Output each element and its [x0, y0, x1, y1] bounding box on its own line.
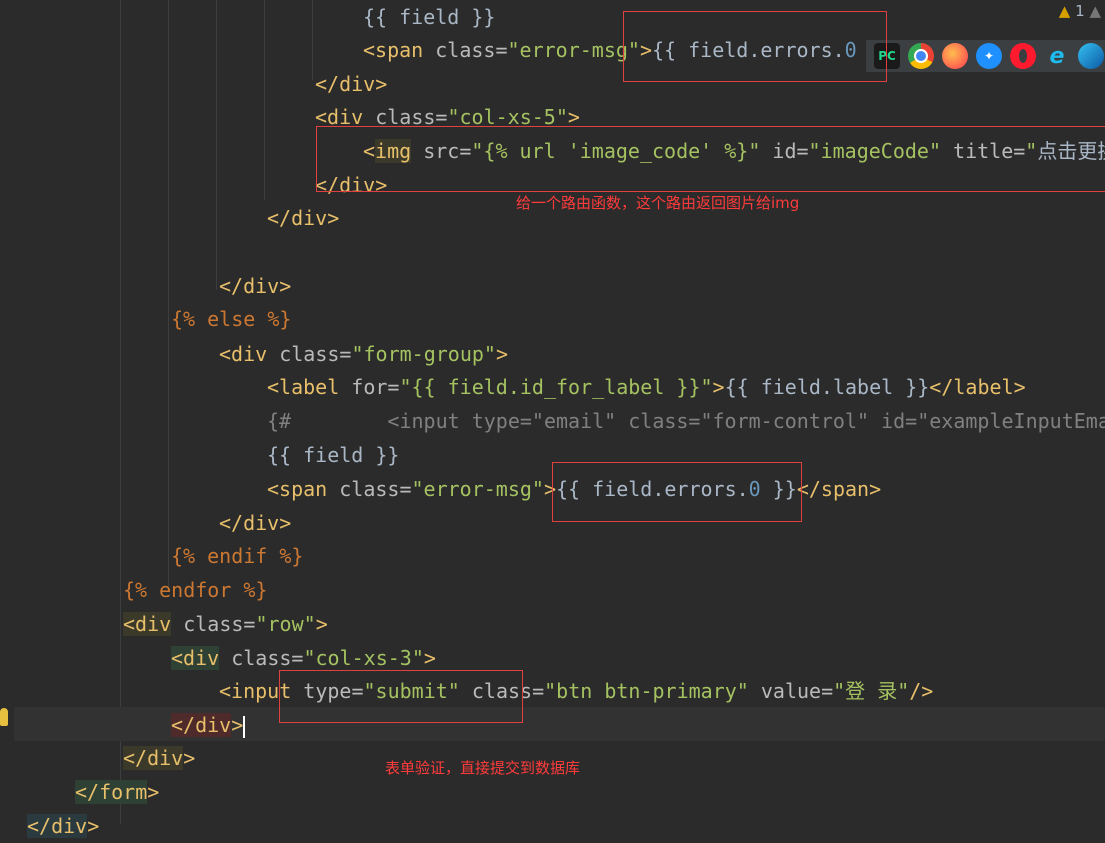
annotation-note-image: 给一个路由函数，这个路由返回图片给img: [516, 194, 800, 212]
indent-guide: [120, 0, 121, 824]
code-line[interactable]: </div>: [219, 506, 291, 540]
annotation-box-errors: [623, 11, 887, 82]
opera-icon[interactable]: [1010, 43, 1036, 69]
code-line[interactable]: <div class="form-group">: [219, 337, 508, 371]
code-line[interactable]: </div>: [27, 809, 99, 843]
code-line[interactable]: </div>: [315, 67, 387, 101]
lightbulb-icon[interactable]: [0, 708, 8, 726]
code-line[interactable]: </div>: [123, 741, 195, 775]
ie-icon[interactable]: e: [1044, 43, 1070, 69]
code-line[interactable]: </div>: [219, 269, 291, 303]
code-line[interactable]: </div>: [267, 201, 339, 235]
weak-warning-icon: ▲: [1089, 2, 1101, 20]
indent-guide: [312, 0, 313, 80]
annotation-box-submit: [279, 670, 523, 723]
code-line[interactable]: {% endif %}: [171, 539, 303, 573]
code-line[interactable]: {% else %}: [171, 302, 291, 336]
text-caret: [243, 715, 246, 738]
safari-icon[interactable]: ✦: [976, 43, 1002, 69]
browser-popup: PC ✦ e: [866, 40, 1105, 72]
indent-guide: [264, 0, 265, 200]
code-line[interactable]: {{ field }}: [267, 438, 399, 472]
indent-guide: [216, 0, 217, 290]
chrome-icon[interactable]: [908, 43, 934, 69]
annotation-box-img: [316, 126, 1105, 192]
inspection-widget[interactable]: ▲ 1 ▲: [1059, 0, 1105, 22]
warning-count: 1: [1075, 2, 1085, 20]
code-line[interactable]: </form>: [75, 775, 159, 809]
code-line[interactable]: {# <input type="email" class="form-contr…: [267, 404, 1105, 438]
firefox-icon[interactable]: [942, 43, 968, 69]
annotation-box-errors-2: [552, 462, 802, 522]
code-line[interactable]: {% endfor %}: [123, 573, 268, 607]
indent-guide: [168, 0, 169, 590]
edge-icon[interactable]: [1078, 43, 1104, 69]
annotation-note-form: 表单验证，直接提交到数据库: [385, 759, 581, 777]
warning-icon: ▲: [1058, 2, 1071, 20]
editor-gutter: [0, 0, 14, 824]
code-line[interactable]: </div>: [171, 708, 246, 742]
code-line[interactable]: <label for="{{ field.id_for_label }}">{{…: [267, 370, 1026, 404]
code-line[interactable]: <div class="row">: [123, 607, 328, 641]
code-line[interactable]: {{ field }}: [363, 0, 495, 34]
